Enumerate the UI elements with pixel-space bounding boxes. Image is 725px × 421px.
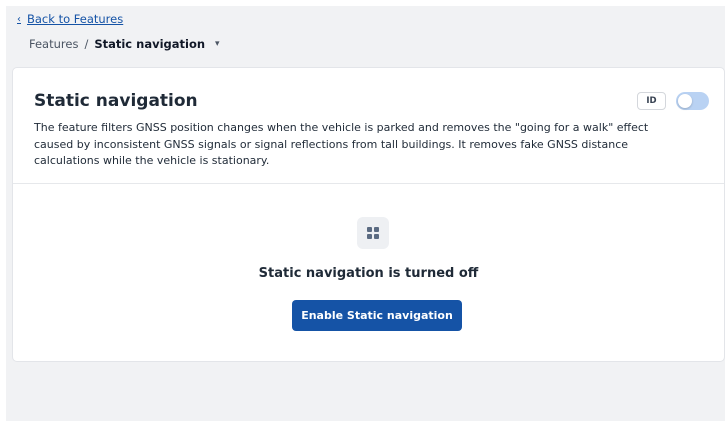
- breadcrumb: Features / Static navigation ▾: [29, 37, 220, 51]
- id-badge[interactable]: ID: [637, 92, 666, 110]
- enable-static-navigation-button[interactable]: Enable Static navigation: [292, 300, 462, 331]
- back-to-features-link[interactable]: ‹ Back to Features: [17, 12, 123, 26]
- page: ‹ Back to Features Features / Static nav…: [6, 6, 725, 421]
- breadcrumb-features[interactable]: Features: [29, 37, 78, 51]
- empty-state-message: Static navigation is turned off: [258, 266, 479, 281]
- chevron-down-icon[interactable]: ▾: [215, 39, 220, 49]
- grid-icon: [357, 217, 389, 249]
- feature-card: Static navigation ID The feature filters…: [12, 67, 725, 362]
- card-header: Static navigation ID The feature filters…: [13, 68, 724, 184]
- back-link-label: Back to Features: [27, 12, 124, 26]
- breadcrumb-current[interactable]: Static navigation: [94, 37, 205, 51]
- feature-description: The feature filters GNSS position change…: [34, 121, 649, 167]
- toggle-knob: [678, 94, 692, 108]
- feature-title: Static navigation: [34, 91, 198, 111]
- feature-toggle[interactable]: [676, 92, 709, 110]
- chevron-left-icon: ‹: [17, 13, 21, 25]
- breadcrumb-separator: /: [84, 37, 89, 51]
